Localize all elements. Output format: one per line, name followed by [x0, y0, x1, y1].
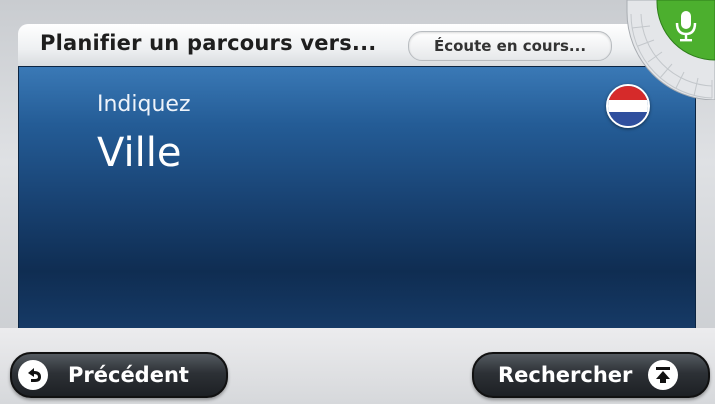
back-button[interactable]: Précédent — [10, 352, 228, 398]
back-button-label: Précédent — [68, 363, 189, 387]
page-title: Planifier un parcours vers... — [40, 31, 377, 55]
prompt-label: Indiquez — [97, 92, 191, 117]
search-button[interactable]: Rechercher — [472, 352, 710, 398]
microphone-level-gauge[interactable] — [614, 0, 715, 100]
listening-status-badge: Écoute en cours... — [408, 31, 612, 61]
field-label-city: Ville — [97, 130, 182, 176]
search-up-icon — [648, 360, 679, 390]
search-button-label: Rechercher — [498, 363, 633, 387]
back-arrow-icon — [18, 360, 48, 390]
